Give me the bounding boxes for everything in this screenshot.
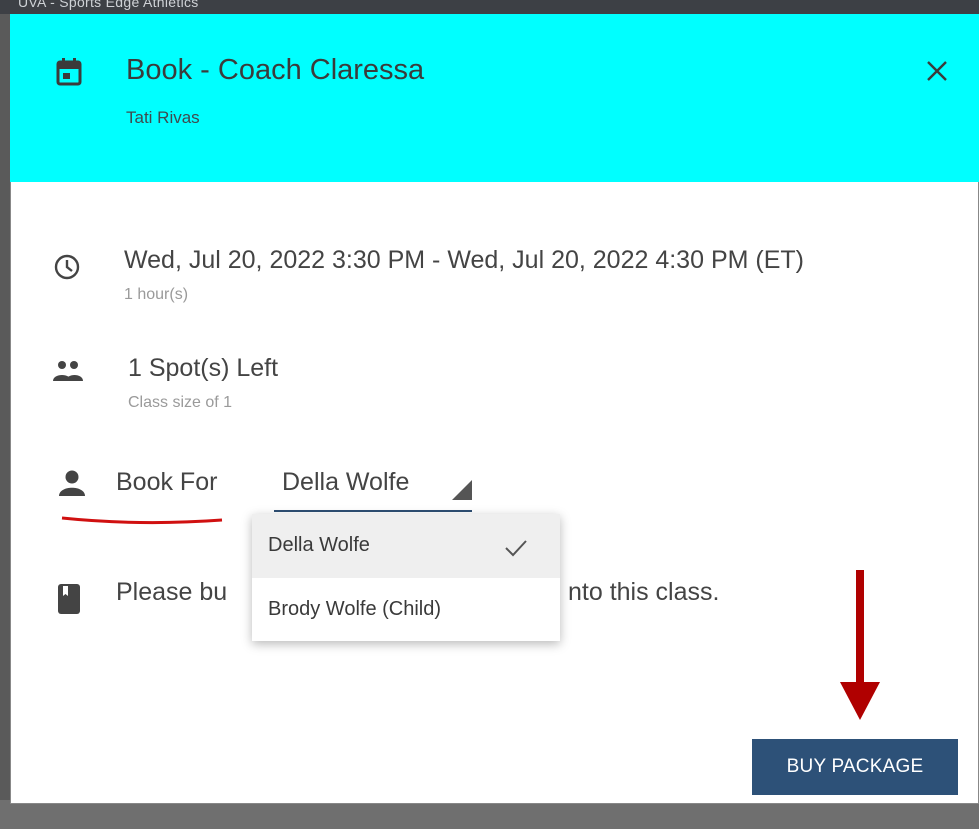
- background-bottom: [0, 800, 979, 829]
- booking-datetime: Wed, Jul 20, 2022 3:30 PM - Wed, Jul 20,…: [124, 246, 804, 274]
- booking-duration: 1 hour(s): [124, 286, 189, 303]
- person-icon: [59, 470, 85, 496]
- annotation-underline: [61, 516, 223, 525]
- book-icon: [58, 584, 80, 614]
- book-for-dropdown: Della Wolfe Brody Wolfe (Child): [252, 514, 560, 641]
- check-icon: [505, 540, 527, 557]
- package-message-left: Please bu: [116, 578, 228, 606]
- dialog-header: Book - Coach Claressa Tati Rivas: [10, 14, 979, 182]
- background-topbar: UVA - Sports Edge Athletics: [0, 0, 979, 14]
- book-for-select[interactable]: Della Wolfe: [274, 466, 472, 512]
- spots-left: 1 Spot(s) Left: [128, 354, 279, 382]
- dropdown-option-della-wolfe[interactable]: Della Wolfe: [252, 514, 560, 578]
- people-icon: [53, 361, 83, 381]
- caret-down-icon: [452, 480, 472, 500]
- annotation-arrow: [840, 570, 880, 720]
- option-label: Della Wolfe: [268, 534, 370, 556]
- book-for-selected: Della Wolfe: [282, 468, 410, 496]
- book-for-label: Book For: [116, 468, 218, 496]
- close-icon[interactable]: [924, 58, 950, 84]
- option-label: Brody Wolfe (Child): [268, 598, 442, 620]
- dialog-title: Book - Coach Claressa: [126, 54, 425, 86]
- class-size: Class size of 1: [128, 394, 233, 411]
- booking-dialog: Book - Coach Claressa Tati Rivas Wed, Ju…: [10, 14, 979, 804]
- dropdown-option-brody-wolfe[interactable]: Brody Wolfe (Child): [252, 578, 560, 642]
- clock-icon: [54, 254, 80, 280]
- dialog-subtitle: Tati Rivas: [126, 108, 200, 127]
- buy-package-button[interactable]: BUY PACKAGE: [752, 739, 958, 795]
- calendar-icon: [56, 58, 82, 86]
- background-topbar-text: UVA - Sports Edge Athletics: [18, 0, 199, 10]
- package-message-right: nto this class.: [568, 578, 720, 606]
